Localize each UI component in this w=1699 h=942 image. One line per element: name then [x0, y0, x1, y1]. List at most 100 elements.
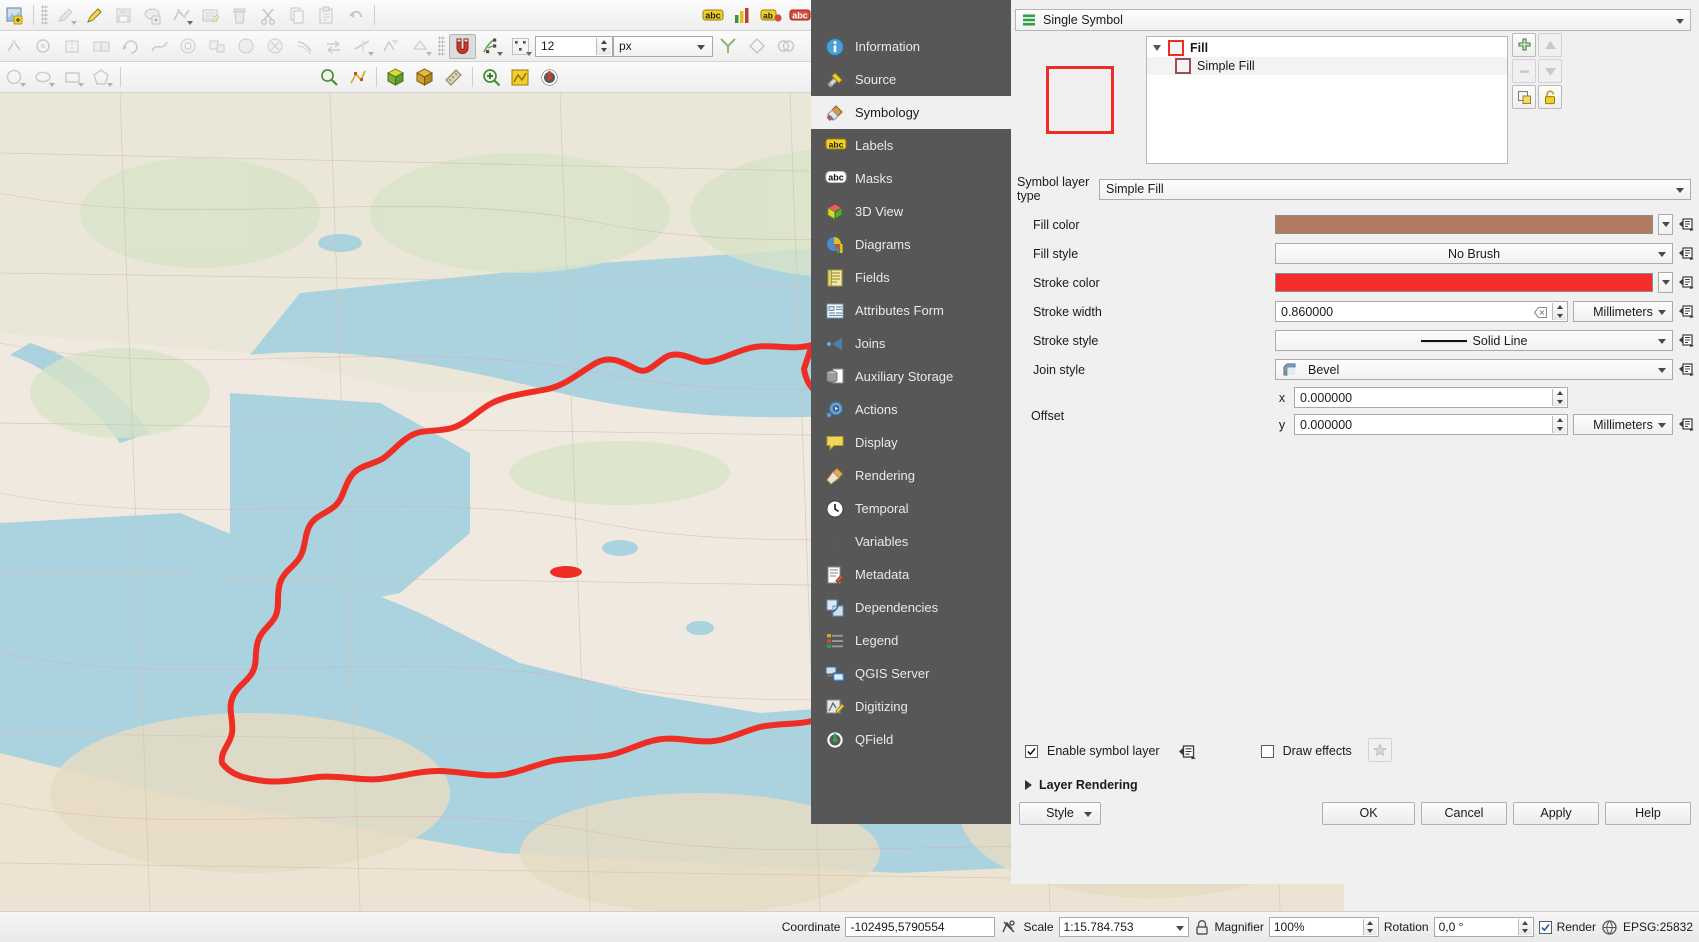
sidebar-item-variables[interactable]: ε Variables: [811, 525, 1011, 558]
sidebar-item-temporal[interactable]: Temporal: [811, 492, 1011, 525]
sidebar-item-masks[interactable]: abc Masks: [811, 162, 1011, 195]
sidebar-item-source[interactable]: Source: [811, 63, 1011, 96]
offset-curve-icon[interactable]: [291, 34, 318, 59]
sidebar-item-fields[interactable]: Fields: [811, 261, 1011, 294]
undo-icon[interactable]: [342, 3, 369, 28]
stroke-width-input[interactable]: 0.860000: [1275, 301, 1568, 322]
clear-icon[interactable]: [1533, 306, 1548, 322]
sidebar-item-3d-view[interactable]: 3D View: [811, 195, 1011, 228]
stroke-color-data-defined-override-icon[interactable]: [1678, 274, 1695, 291]
stroke-color-button[interactable]: [1275, 273, 1653, 292]
modify-attributes-icon[interactable]: [197, 3, 224, 28]
new-3d-map-view-alt-icon[interactable]: [411, 65, 438, 90]
current-edits-icon[interactable]: [1, 3, 28, 28]
add-circle-icon[interactable]: [1, 65, 28, 90]
enable-symbol-layer-data-defined-override-icon[interactable]: [1178, 743, 1196, 760]
stroke-width-data-defined-override-icon[interactable]: [1678, 303, 1695, 320]
fill-color-data-defined-override-icon[interactable]: [1678, 216, 1695, 233]
move-symbol-layer-down-button[interactable]: [1538, 59, 1562, 83]
sidebar-item-display[interactable]: Display: [811, 426, 1011, 459]
coordinate-capture-icon[interactable]: [1000, 918, 1018, 936]
cut-features-icon[interactable]: [255, 3, 282, 28]
stroke-width-unit-combo[interactable]: Millimeters: [1573, 301, 1673, 322]
add-rectangle-icon[interactable]: [59, 65, 86, 90]
node-tool-b-icon[interactable]: [30, 34, 57, 59]
symbol-layer-child-row[interactable]: Simple Fill: [1147, 57, 1507, 75]
style-button[interactable]: Style: [1019, 801, 1101, 825]
scale-combo[interactable]: 1:15.784.753: [1058, 917, 1189, 937]
help-button[interactable]: Help: [1605, 801, 1691, 825]
fill-ring-icon[interactable]: [233, 34, 260, 59]
trim-extend-icon[interactable]: [349, 34, 376, 59]
sidebar-item-diagrams[interactable]: Diagrams: [811, 228, 1011, 261]
add-feature-icon[interactable]: [139, 3, 166, 28]
duplicate-symbol-layer-button[interactable]: [1512, 85, 1536, 109]
crs-icon[interactable]: [1601, 919, 1618, 936]
symbol-layer-tree[interactable]: Fill Simple Fill: [1146, 36, 1508, 164]
magnifier-spin[interactable]: 100%: [1268, 917, 1379, 937]
fill-color-button[interactable]: [1275, 215, 1653, 234]
add-part-icon[interactable]: [204, 34, 231, 59]
toolbar-grip[interactable]: [438, 36, 445, 56]
stroke-color-dropdown-button[interactable]: [1658, 272, 1673, 293]
copy-features-icon[interactable]: [284, 3, 311, 28]
node-tool-a-icon[interactable]: [1, 34, 28, 59]
lock-symbol-layer-button[interactable]: [1538, 85, 1562, 109]
avoid-overlap-icon[interactable]: [772, 34, 799, 59]
measure-tool-icon[interactable]: [440, 65, 467, 90]
snapping-type-icon[interactable]: [507, 34, 534, 59]
paste-features-icon[interactable]: [313, 3, 340, 28]
renderer-type-combo[interactable]: Single Symbol: [1015, 9, 1691, 31]
snapping-unit-combo[interactable]: px: [613, 35, 713, 57]
vertex-tool-icon[interactable]: [168, 3, 195, 28]
cancel-button[interactable]: Cancel: [1421, 801, 1507, 825]
sidebar-item-digitizing[interactable]: Digitizing: [811, 690, 1011, 723]
fill-style-data-defined-override-icon[interactable]: [1678, 245, 1695, 262]
sidebar-item-information[interactable]: Information: [811, 30, 1011, 63]
join-style-combo[interactable]: Bevel: [1275, 359, 1673, 380]
fill-color-dropdown-button[interactable]: [1658, 214, 1673, 235]
toolbar-grip[interactable]: [41, 5, 48, 25]
add-ellipse-icon[interactable]: [30, 65, 57, 90]
sidebar-item-qfield[interactable]: QField: [811, 723, 1011, 756]
join-style-data-defined-override-icon[interactable]: [1678, 361, 1695, 378]
sidebar-item-rendering[interactable]: Rendering: [811, 459, 1011, 492]
apply-button[interactable]: Apply: [1513, 801, 1599, 825]
toggle-editing-icon[interactable]: [52, 3, 79, 28]
offset-unit-combo[interactable]: Millimeters: [1573, 414, 1673, 435]
split-features-icon[interactable]: [59, 34, 86, 59]
label-abc-icon[interactable]: abc: [699, 3, 726, 28]
georeferencer-icon[interactable]: [507, 65, 534, 90]
offset-x-stepper[interactable]: [1552, 389, 1566, 406]
topological-editing-icon[interactable]: [743, 34, 770, 59]
offset-y-stepper[interactable]: [1552, 416, 1566, 433]
merge-features-icon[interactable]: [88, 34, 115, 59]
sidebar-item-attributes-form[interactable]: Attributes Form: [811, 294, 1011, 327]
sidebar-item-labels[interactable]: abc Labels: [811, 129, 1011, 162]
save-layer-edits-icon[interactable]: [110, 3, 137, 28]
offset-x-input[interactable]: 0.000000: [1294, 387, 1568, 408]
remove-symbol-layer-button[interactable]: [1512, 59, 1536, 83]
zoom-in-plugin-icon[interactable]: [478, 65, 505, 90]
add-ring-icon[interactable]: [175, 34, 202, 59]
rotation-spin[interactable]: 0,0 °: [1433, 917, 1534, 937]
stroke-width-stepper[interactable]: [1552, 303, 1566, 320]
sidebar-item-metadata[interactable]: Metadata: [811, 558, 1011, 591]
new-3d-map-view-icon[interactable]: [382, 65, 409, 90]
add-symbol-layer-button[interactable]: [1512, 33, 1536, 57]
sidebar-item-joins[interactable]: Joins: [811, 327, 1011, 360]
rotation-stepper[interactable]: [1517, 919, 1532, 935]
snap-tracing-icon[interactable]: [407, 34, 434, 59]
delete-selected-icon[interactable]: [226, 3, 253, 28]
stroke-style-combo[interactable]: Solid Line: [1275, 330, 1673, 351]
sidebar-item-auxiliary-storage[interactable]: Auxiliary Storage: [811, 360, 1011, 393]
ok-button[interactable]: OK: [1322, 801, 1415, 825]
snapping-tolerance-input[interactable]: 12: [535, 35, 613, 57]
expand-collapse-icon[interactable]: [1153, 45, 1161, 51]
fill-style-combo[interactable]: No Brush: [1275, 243, 1673, 264]
label-red-abc-icon[interactable]: abc: [786, 3, 813, 28]
sidebar-item-actions[interactable]: Actions: [811, 393, 1011, 426]
add-regular-polygon-icon[interactable]: [88, 65, 115, 90]
select-features-icon[interactable]: [315, 65, 342, 90]
layer-rendering-section[interactable]: Layer Rendering: [1025, 778, 1138, 792]
